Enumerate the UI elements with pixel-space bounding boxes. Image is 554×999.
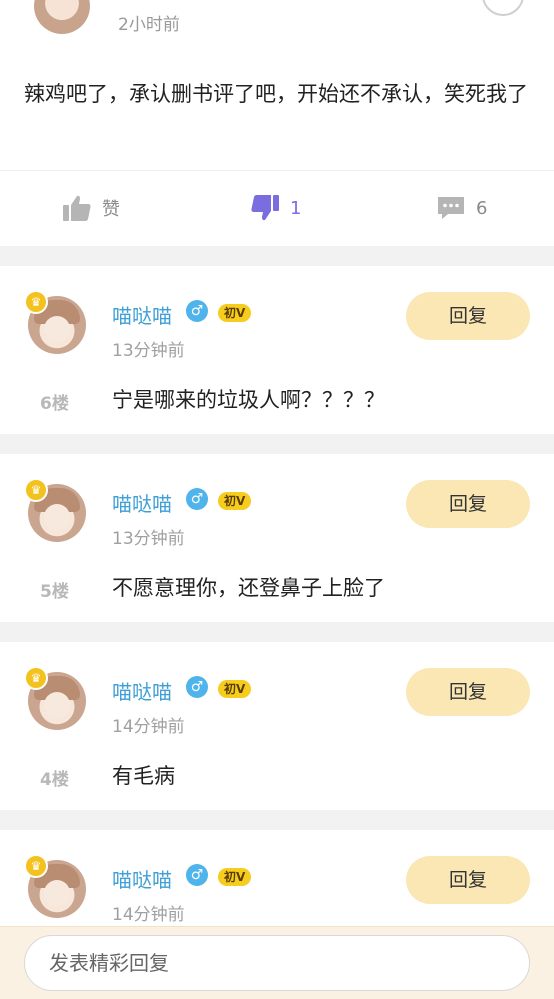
avatar[interactable] (34, 0, 90, 34)
male-icon: ♂ (186, 676, 208, 698)
level-badge: 初V (218, 492, 252, 510)
username[interactable]: 喵哒喵 (112, 300, 172, 329)
crown-icon: ♛ (24, 666, 48, 690)
male-icon: ♂ (186, 300, 208, 322)
comment-time: 2小时前 (118, 15, 180, 35)
reply-button[interactable]: 回复 (406, 668, 530, 716)
comment-count: 6 (476, 197, 488, 219)
reply-button[interactable]: 回复 (406, 292, 530, 340)
divider (0, 170, 554, 171)
reply-composer-bar: 发表精彩回复 (0, 926, 554, 999)
dislike-count: 1 (290, 197, 302, 219)
reply-input[interactable]: 发表精彩回复 (24, 935, 530, 991)
level-badge: 初V (218, 680, 252, 698)
floor-number: 5楼 (40, 582, 69, 602)
dislike-button[interactable]: 1 (250, 188, 301, 228)
username[interactable]: 喵哒喵 (112, 864, 172, 893)
reply-item: ♛ 喵哒喵 ♂ 初V 14分钟前 回复 4楼 有毛病 (0, 642, 554, 810)
thumbs-up-icon (62, 194, 92, 222)
reply-item: ♛ 喵哒喵 ♂ 初V 14分钟前 回复 (0, 830, 554, 930)
floor-number: 6楼 (40, 394, 69, 414)
level-badge: 初V (218, 868, 252, 886)
reply-time: 13分钟前 (112, 341, 185, 361)
reply-time: 14分钟前 (112, 717, 185, 737)
level-badge: 初V (218, 304, 252, 322)
like-label: 赞 (102, 199, 120, 220)
crown-icon: ♛ (24, 854, 48, 878)
like-button[interactable]: 赞 (62, 188, 120, 228)
floor-number: 4楼 (40, 770, 69, 790)
thumbs-down-icon (250, 194, 280, 222)
reply-item: ♛ 喵哒喵 ♂ 初V 13分钟前 回复 6楼 宁是哪来的垃圾人啊？？？？ (0, 266, 554, 434)
username[interactable]: 喵哒喵 (112, 488, 172, 517)
reply-text: 不愿意理你，还登鼻子上脸了 (112, 576, 385, 600)
crown-icon: ♛ (24, 478, 48, 502)
username[interactable]: 喵哒喵 (112, 676, 172, 705)
top-comment-card: 2小时前 辣鸡吧了，承认删书评了吧，开始还不承认，笑死我了 赞 1 6 (0, 0, 554, 246)
male-icon: ♂ (186, 488, 208, 510)
reply-button[interactable]: 回复 (406, 480, 530, 528)
male-icon: ♂ (186, 864, 208, 886)
reply-time: 14分钟前 (112, 905, 185, 925)
crown-icon: ♛ (24, 290, 48, 314)
reply-button[interactable]: 回复 (406, 856, 530, 904)
comment-icon (436, 195, 466, 221)
comment-text: 辣鸡吧了，承认删书评了吧，开始还不承认，笑死我了 (24, 82, 528, 106)
reply-text: 有毛病 (112, 764, 175, 788)
reply-time: 13分钟前 (112, 529, 185, 549)
comment-button[interactable]: 6 (436, 188, 487, 228)
more-options-button[interactable] (482, 0, 524, 16)
reply-text: 宁是哪来的垃圾人啊？？？？ (112, 388, 385, 412)
reply-item: ♛ 喵哒喵 ♂ 初V 13分钟前 回复 5楼 不愿意理你，还登鼻子上脸了 (0, 454, 554, 622)
